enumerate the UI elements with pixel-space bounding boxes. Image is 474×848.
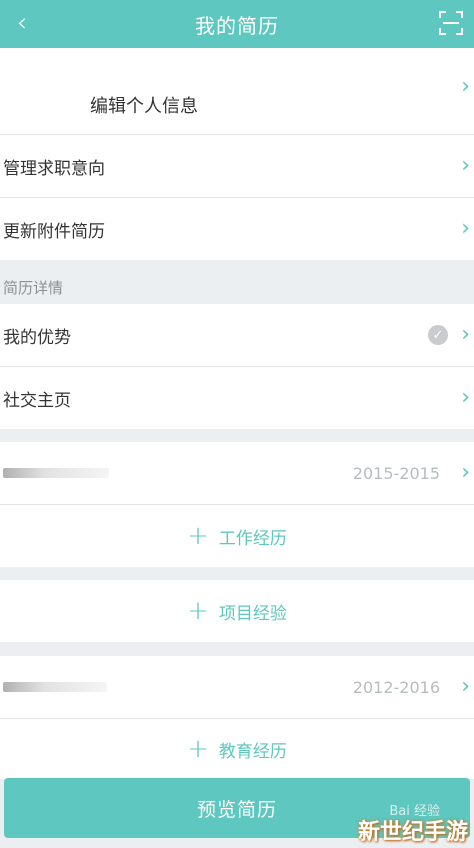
education-entry[interactable]: 2012-2016 ›	[0, 656, 474, 718]
redacted-text	[3, 682, 107, 692]
check-icon: ✓	[428, 325, 448, 345]
plus-icon: +	[187, 734, 209, 764]
preview-resume-label: 预览简历	[196, 798, 277, 821]
job-intention-row[interactable]: 管理求职意向 ›	[0, 135, 474, 197]
chevron-right-icon: ›	[461, 322, 470, 347]
education-date-range: 2012-2016	[352, 677, 440, 697]
chevron-right-icon: ›	[461, 460, 470, 485]
back-button[interactable]: ‹	[8, 6, 36, 40]
attachment-resume-label: 更新附件简历	[3, 221, 105, 242]
scan-button[interactable]	[438, 10, 464, 36]
top-bar: ‹ 我的简历	[0, 0, 474, 48]
my-advantage-row[interactable]: 我的优势 ✓ ›	[0, 304, 474, 366]
job-intention-label: 管理求职意向	[3, 158, 105, 179]
add-education-button[interactable]: + 教育经历	[0, 719, 474, 779]
plus-icon: +	[187, 521, 209, 551]
edit-profile-row[interactable]: 编辑个人信息 ›	[0, 48, 474, 134]
work-experience-entry[interactable]: 2015-2015 ›	[0, 442, 474, 504]
chevron-right-icon: ›	[461, 216, 470, 241]
chevron-right-icon: ›	[461, 674, 470, 699]
social-homepage-label: 社交主页	[3, 390, 71, 411]
redacted-text	[3, 468, 109, 478]
add-education-label: 教育经历	[218, 741, 287, 762]
chevron-right-icon: ›	[461, 153, 470, 178]
back-arrow-icon: ‹	[16, 8, 28, 38]
site-watermark: 新世纪手游	[357, 820, 468, 845]
my-advantage-label: 我的优势	[3, 327, 71, 348]
work-date-range: 2015-2015	[352, 463, 440, 483]
edit-profile-label: 编辑个人信息	[90, 96, 198, 117]
chevron-right-icon: ›	[461, 385, 470, 410]
page-title: 我的简历	[195, 13, 279, 38]
social-homepage-row[interactable]: 社交主页 ›	[0, 367, 474, 429]
scan-icon	[439, 11, 463, 35]
add-project-experience-button[interactable]: + 项目经验	[0, 580, 474, 642]
plus-icon: +	[187, 596, 209, 626]
chevron-right-icon: ›	[461, 74, 470, 99]
attachment-resume-row[interactable]: 更新附件简历 ›	[0, 198, 474, 260]
add-project-label: 项目经验	[218, 603, 287, 624]
section-title: 简历详情	[3, 279, 64, 297]
add-work-label: 工作经历	[218, 528, 287, 549]
add-work-experience-button[interactable]: + 工作经历	[0, 505, 474, 567]
